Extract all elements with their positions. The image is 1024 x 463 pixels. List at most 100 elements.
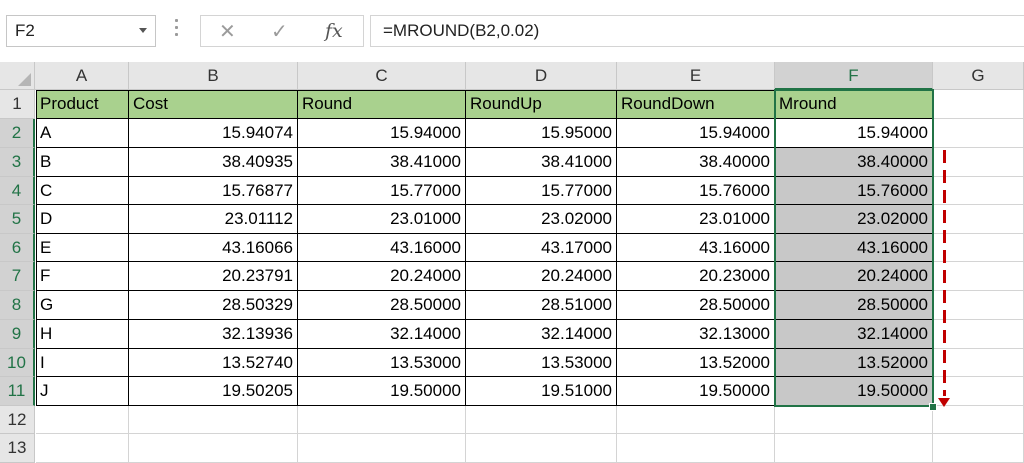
grip-icon[interactable]	[175, 19, 179, 41]
cell-d4[interactable]: 15.77000	[466, 177, 617, 205]
row-header-11[interactable]: 11	[0, 377, 35, 406]
row-header-13[interactable]: 13	[0, 434, 35, 463]
cell-d11[interactable]: 19.51000	[466, 377, 617, 406]
cell-a5[interactable]: D	[36, 205, 129, 234]
cell-a13[interactable]	[36, 434, 129, 463]
cell-d7[interactable]: 20.24000	[466, 262, 617, 291]
cell-g7[interactable]	[933, 262, 1024, 291]
cell-c12[interactable]	[298, 406, 466, 434]
insert-function-icon[interactable]: fx	[325, 20, 343, 42]
cell-b9[interactable]: 32.13936	[129, 320, 298, 349]
row-header-10[interactable]: 10	[0, 349, 35, 377]
cell-f13[interactable]	[775, 434, 933, 463]
cell-c6[interactable]: 43.16000	[298, 234, 466, 262]
cell-a7[interactable]: F	[36, 262, 129, 291]
column-title-roundup[interactable]: RoundUp	[466, 90, 617, 119]
cell-f8[interactable]: 28.50000	[775, 291, 933, 320]
cell-g12[interactable]	[933, 406, 1024, 434]
cell-a12[interactable]	[36, 406, 129, 434]
cell-c5[interactable]: 23.01000	[298, 205, 466, 234]
cell-g5[interactable]	[933, 205, 1024, 234]
cell-d10[interactable]: 13.53000	[466, 349, 617, 377]
cell-e8[interactable]: 28.50000	[617, 291, 775, 320]
cell-e4[interactable]: 15.76000	[617, 177, 775, 205]
cell-f10[interactable]: 13.52000	[775, 349, 933, 377]
cell-d8[interactable]: 28.51000	[466, 291, 617, 320]
cell-d13[interactable]	[466, 434, 617, 463]
cell-b10[interactable]: 13.52740	[129, 349, 298, 377]
cell-d9[interactable]: 32.14000	[466, 320, 617, 349]
cell-d6[interactable]: 43.17000	[466, 234, 617, 262]
cell-c3[interactable]: 38.41000	[298, 148, 466, 177]
cell-b8[interactable]: 28.50329	[129, 291, 298, 320]
cell-g3[interactable]	[933, 148, 1024, 177]
column-title-product[interactable]: Product	[36, 90, 129, 119]
row-header-5[interactable]: 5	[0, 205, 35, 234]
cell-b2[interactable]: 15.94074	[129, 119, 298, 148]
row-header-3[interactable]: 3	[0, 148, 35, 177]
column-header-e[interactable]: E	[617, 62, 775, 90]
name-box[interactable]: F2	[6, 15, 156, 47]
chevron-down-icon[interactable]	[139, 28, 147, 33]
cell-d5[interactable]: 23.02000	[466, 205, 617, 234]
cell-e7[interactable]: 20.23000	[617, 262, 775, 291]
cell-b3[interactable]: 38.40935	[129, 148, 298, 177]
cell-c2[interactable]: 15.94000	[298, 119, 466, 148]
column-title-mround[interactable]: Mround	[775, 90, 933, 119]
cell-c4[interactable]: 15.77000	[298, 177, 466, 205]
cell-g8[interactable]	[933, 291, 1024, 320]
column-header-c[interactable]: C	[298, 62, 466, 90]
cell-f9[interactable]: 32.14000	[775, 320, 933, 349]
cell-a3[interactable]: B	[36, 148, 129, 177]
column-header-b[interactable]: B	[129, 62, 298, 90]
cell-g9[interactable]	[933, 320, 1024, 349]
cell-a6[interactable]: E	[36, 234, 129, 262]
cell-g4[interactable]	[933, 177, 1024, 205]
cell-c13[interactable]	[298, 434, 466, 463]
cell-g13[interactable]	[933, 434, 1024, 463]
cell-a10[interactable]: I	[36, 349, 129, 377]
cell-b4[interactable]: 15.76877	[129, 177, 298, 205]
row-header-12[interactable]: 12	[0, 406, 35, 434]
cell-b11[interactable]: 19.50205	[129, 377, 298, 406]
cell-f3[interactable]: 38.40000	[775, 148, 933, 177]
cell-f5[interactable]: 23.02000	[775, 205, 933, 234]
cell-c10[interactable]: 13.53000	[298, 349, 466, 377]
cell-e9[interactable]: 32.13000	[617, 320, 775, 349]
cell-e6[interactable]: 43.16000	[617, 234, 775, 262]
cell-g6[interactable]	[933, 234, 1024, 262]
row-header-2[interactable]: 2	[0, 119, 35, 148]
cell-b7[interactable]: 20.23791	[129, 262, 298, 291]
row-header-7[interactable]: 7	[0, 262, 35, 291]
column-header-d[interactable]: D	[466, 62, 617, 90]
enter-icon[interactable]: ✓	[271, 19, 288, 44]
cancel-icon[interactable]: ✕	[219, 19, 236, 44]
cell-a2[interactable]: A	[36, 119, 129, 148]
column-header-a[interactable]: A	[35, 62, 129, 90]
cell-c7[interactable]: 20.24000	[298, 262, 466, 291]
cell-b5[interactable]: 23.01112	[129, 205, 298, 234]
cell-c8[interactable]: 28.50000	[298, 291, 466, 320]
cell-b12[interactable]	[129, 406, 298, 434]
cell-f4[interactable]: 15.76000	[775, 177, 933, 205]
cell-g10[interactable]	[933, 349, 1024, 377]
cell-d2[interactable]: 15.95000	[466, 119, 617, 148]
cell-f12[interactable]	[775, 406, 933, 434]
cell-e11[interactable]: 19.50000	[617, 377, 775, 406]
cell-b6[interactable]: 43.16066	[129, 234, 298, 262]
cell-f2[interactable]: 15.94000	[775, 119, 933, 148]
select-all-button[interactable]	[0, 62, 35, 90]
row-header-8[interactable]: 8	[0, 291, 35, 320]
row-header-4[interactable]: 4	[0, 177, 35, 205]
cell-e3[interactable]: 38.40000	[617, 148, 775, 177]
cell-a4[interactable]: C	[36, 177, 129, 205]
cell-e12[interactable]	[617, 406, 775, 434]
cell-e2[interactable]: 15.94000	[617, 119, 775, 148]
cell-d12[interactable]	[466, 406, 617, 434]
cell-f11[interactable]: 19.50000	[775, 377, 933, 406]
cell-g2[interactable]	[933, 119, 1024, 148]
cell-e13[interactable]	[617, 434, 775, 463]
row-header-1[interactable]: 1	[0, 90, 35, 119]
column-header-g[interactable]: G	[933, 62, 1024, 90]
cell-e10[interactable]: 13.52000	[617, 349, 775, 377]
